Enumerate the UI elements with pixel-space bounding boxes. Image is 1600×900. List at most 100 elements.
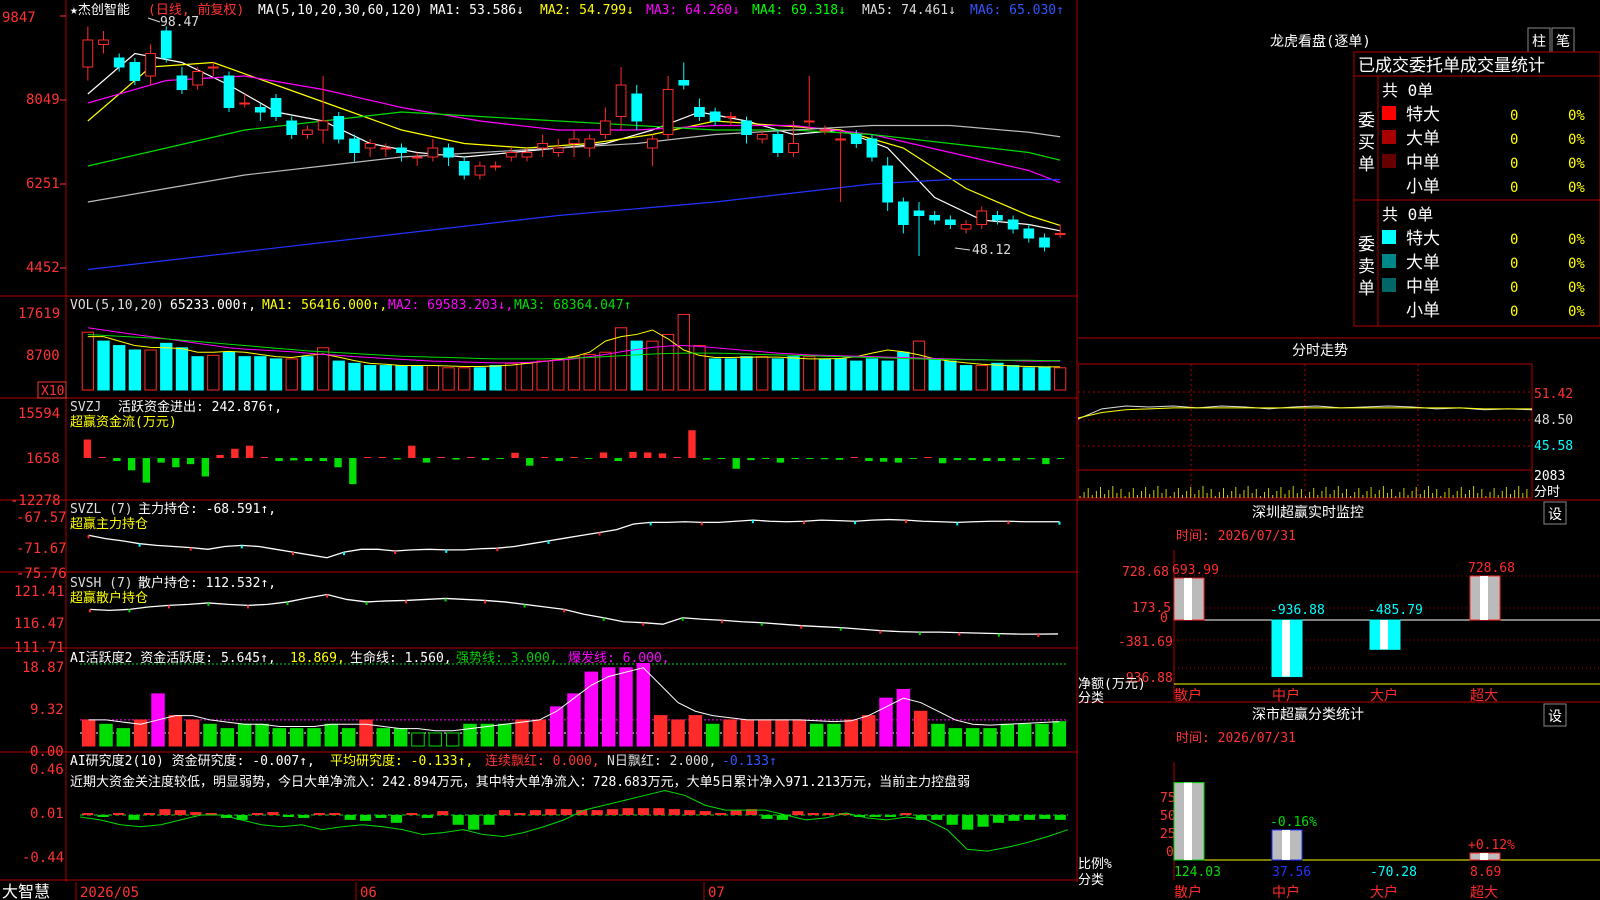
candle-body — [552, 147, 564, 153]
candle-body — [521, 152, 533, 158]
monitor-bar-shine — [1380, 620, 1388, 650]
fund-flow-bar — [614, 458, 622, 462]
monitor-bar-label: -485.79 — [1368, 603, 1423, 618]
min-price-label: 48.12 — [972, 243, 1011, 258]
fund-flow-bar — [349, 458, 357, 485]
intraday-frame — [1078, 363, 1533, 499]
stats-time: 时间: 2026/07/31 — [1176, 731, 1296, 746]
svzj-subtitle: 超赢资金流(万元) — [70, 414, 177, 430]
research-bar — [437, 811, 449, 815]
volume-bar — [724, 358, 737, 391]
candle-body — [270, 98, 282, 117]
candle-body — [725, 116, 737, 118]
activity-bar — [203, 723, 217, 747]
activity-bar — [220, 728, 235, 747]
fund-flow-bar — [334, 458, 342, 468]
volume-bar — [144, 349, 157, 391]
ma5-value: MA5: 74.461↓ — [862, 3, 956, 18]
view-toggle-tick-button[interactable]: 笔 — [1551, 27, 1575, 53]
volume-bar — [928, 358, 941, 391]
volume-bar — [473, 367, 487, 391]
order-side-label: 买 — [1358, 133, 1375, 153]
candle-body — [223, 75, 235, 108]
candle-body — [850, 134, 862, 144]
candle-body — [803, 120, 815, 123]
research-bar — [97, 815, 109, 817]
vol-params: VOL(5,10,20) — [70, 298, 164, 313]
candle-body — [317, 120, 329, 131]
svzj-title: 活跃资金进出: 242.876↑, — [118, 399, 282, 415]
fund-flow-bar — [98, 457, 106, 458]
fund-flow-bar — [909, 458, 917, 459]
y-tick-label: -67.57 — [16, 510, 67, 526]
fund-flow-bar — [540, 457, 549, 458]
research-bar — [946, 815, 958, 825]
y-axis-ai1: 18.87 9.32 0.00 — [22, 660, 64, 760]
activity-bar — [393, 728, 408, 747]
y-tick-label: 18.87 — [22, 660, 64, 676]
ai1-burst: 爆发线: 6.000, — [568, 650, 670, 666]
svsh-title: 散户持仓: 112.532↑, — [138, 575, 276, 591]
view-toggle-tick-label: 笔 — [1556, 34, 1570, 50]
view-toggle-bar-button[interactable]: 柱 — [1527, 27, 1551, 53]
vol-value: 65233.000↑, — [170, 298, 256, 313]
intraday-y-axis: 51.42 48.50 45.58 2083 分时 — [1534, 387, 1573, 500]
y-axis-ai2: 0.46 0.01 -0.44 — [22, 762, 64, 866]
candle-body — [584, 138, 596, 149]
candle-body — [145, 53, 156, 77]
fund-flow-bar — [821, 458, 829, 460]
stats-bar-value: -70.28 — [1370, 865, 1417, 880]
monitor-title: 深圳超赢实时监控 — [1252, 504, 1364, 521]
y-tick-label: -0.44 — [22, 850, 64, 866]
order-swatch — [1382, 278, 1396, 292]
candle-body — [443, 147, 454, 158]
ma3-value: MA3: 64.260↓ — [646, 3, 740, 18]
candle-body — [992, 215, 1003, 221]
order-swatch — [1382, 178, 1396, 192]
holding-tick — [343, 552, 346, 556]
fund-flow-bar — [835, 458, 844, 460]
stats-title: 深市超赢分类统计 — [1252, 706, 1364, 723]
volume-bar — [865, 358, 879, 391]
y-tick-label: 17619 — [18, 306, 60, 322]
research-bar — [776, 815, 788, 820]
svzl-legend: SVZL (7) 主力持仓: -68.591↑, 超赢主力持仓 — [70, 502, 276, 532]
holding-tick — [291, 552, 294, 556]
order-side-label: 委 — [1358, 235, 1375, 255]
candle-body — [631, 93, 643, 122]
stats-settings-button[interactable]: 设 — [1543, 703, 1567, 727]
y-tick-label: -381.69 — [1118, 635, 1173, 650]
y-axis-main: 9847 8049 6251 4452 — [2, 10, 60, 276]
monitor-time: 时间: 2026/07/31 — [1176, 529, 1296, 544]
candle-body — [568, 138, 580, 144]
holding-tick — [444, 598, 447, 602]
fund-flow-bar — [290, 458, 298, 461]
volume-bar — [222, 351, 236, 391]
research-bar — [406, 813, 418, 815]
stock-chart-area[interactable]: 9847 8049 6251 4452 ★杰创智能 (日线, 前复权) MA(5… — [0, 0, 1078, 900]
y-tick-label: 50 — [1160, 809, 1176, 824]
fund-flow-bar — [437, 457, 445, 458]
research-bar — [529, 810, 541, 815]
fund-flow-bar — [1042, 458, 1050, 465]
research-bar — [823, 813, 835, 815]
research-bar — [468, 815, 480, 830]
holding-tick — [167, 605, 170, 609]
candle-body — [976, 210, 988, 225]
holding-tick — [445, 549, 448, 553]
holding-tick — [547, 540, 550, 544]
ai2-bars — [79, 790, 1069, 852]
volume-bar — [520, 362, 534, 391]
order-count: 0 — [1510, 132, 1518, 148]
candle-body — [427, 147, 439, 158]
fund-flow-bar — [673, 457, 681, 458]
candle-body — [302, 129, 313, 135]
monitor-settings-button[interactable]: 设 — [1543, 501, 1567, 525]
volume-bar — [1054, 367, 1067, 391]
monitor-bar-shine — [1184, 578, 1192, 620]
holding-tick — [87, 535, 90, 539]
order-stats-tab[interactable]: 已成交委托单成交量统计 — [1353, 51, 1600, 77]
candle-body — [537, 143, 548, 149]
volume-bar — [1006, 365, 1020, 391]
y-tick-label: 1658 — [26, 451, 60, 467]
